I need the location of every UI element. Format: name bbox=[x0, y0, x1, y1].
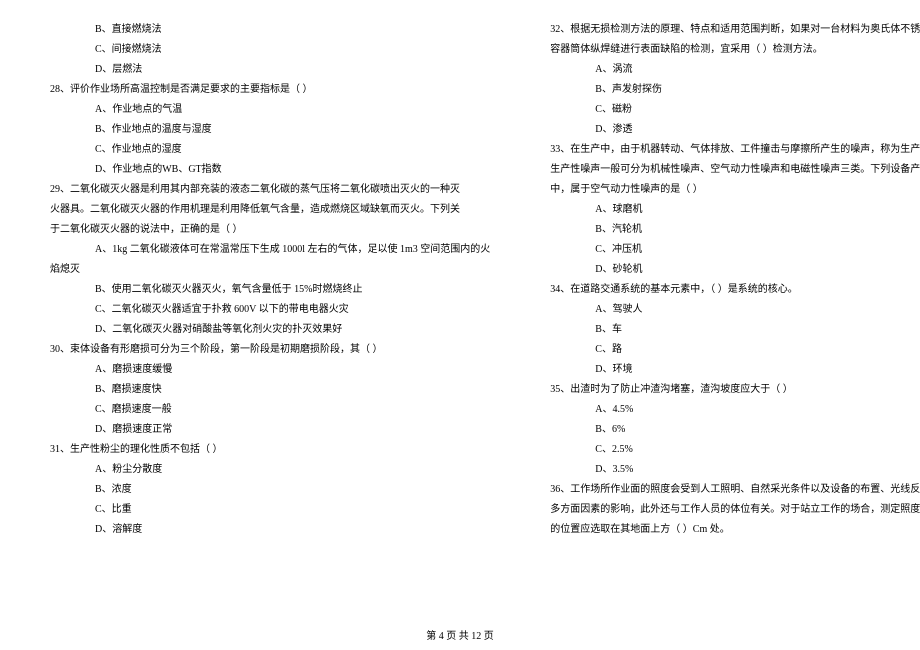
q32-text-2: 容器筒体纵焊缝进行表面缺陷的检测，宜采用（ ）检测方法。 bbox=[550, 40, 920, 60]
q30-option-b: B、磨损速度快 bbox=[50, 380, 490, 400]
q33-text-2: 生产性噪声一般可分为机械性噪声、空气动力性噪声和电磁性噪声三类。下列设备产生的噪… bbox=[550, 160, 920, 180]
q28-option-d: D、作业地点的WB、GT指数 bbox=[50, 160, 490, 180]
q27-option-b: B、直接燃烧法 bbox=[50, 20, 490, 40]
q29-text-2: 火器具。二氧化碳灭火器的作用机理是利用降低氧气含量，造成燃烧区域缺氧而灭火。下列… bbox=[50, 200, 490, 220]
page-content: B、直接燃烧法 C、间接燃烧法 D、层燃法 28、评价作业场所高温控制是否满足要… bbox=[50, 20, 870, 600]
q31-option-a: A、粉尘分散度 bbox=[50, 460, 490, 480]
q29-option-c: C、二氧化碳灭火器适宜于扑救 600V 以下的带电电器火灾 bbox=[50, 300, 490, 320]
q36-text-1: 36、工作场所作业面的照度会受到人工照明、自然采光条件以及设备的布置、光线反射条… bbox=[550, 480, 920, 500]
q30-text: 30、束体设备有形磨损可分为三个阶段，第一阶段是初期磨损阶段，其（ ） bbox=[50, 340, 490, 360]
q32-option-d: D、渗透 bbox=[550, 120, 920, 140]
q36-text-2: 多方面因素的影响，此外还与工作人员的体位有关。对于站立工作的场合，测定照度时，测… bbox=[550, 500, 920, 520]
q28-option-a: A、作业地点的气温 bbox=[50, 100, 490, 120]
q33-option-b: B、汽轮机 bbox=[550, 220, 920, 240]
q35-option-a: A、4.5% bbox=[550, 400, 920, 420]
q34-option-d: D、环境 bbox=[550, 360, 920, 380]
q33-text-1: 33、在生产中，由于机器转动、气体排放、工件撞击与摩擦所产生的噪声，称为生产性噪… bbox=[550, 140, 920, 160]
q34-option-c: C、路 bbox=[550, 340, 920, 360]
q31-option-c: C、比重 bbox=[50, 500, 490, 520]
q27-option-c: C、间接燃烧法 bbox=[50, 40, 490, 60]
q34-option-b: B、车 bbox=[550, 320, 920, 340]
q35-option-c: C、2.5% bbox=[550, 440, 920, 460]
left-column: B、直接燃烧法 C、间接燃烧法 D、层燃法 28、评价作业场所高温控制是否满足要… bbox=[50, 20, 490, 600]
q31-option-d: D、溶解度 bbox=[50, 520, 490, 540]
q27-option-d: D、层燃法 bbox=[50, 60, 490, 80]
q31-text: 31、生产性粉尘的理化性质不包括（ ） bbox=[50, 440, 490, 460]
q33-text-3: 中，属于空气动力性噪声的是（ ） bbox=[550, 180, 920, 200]
q29-option-d: D、二氧化碳灭火器对硝酸盐等氧化剂火灾的扑灭效果好 bbox=[50, 320, 490, 340]
page-footer: 第 4 页 共 12 页 bbox=[0, 627, 920, 642]
q33-option-c: C、冲压机 bbox=[550, 240, 920, 260]
q29-option-a-1: A、1kg 二氧化碳液体可在常温常压下生成 1000l 左右的气体，足以使 1m… bbox=[50, 240, 490, 260]
q29-option-b: B、使用二氧化碳灭火器灭火，氧气含量低于 15%时燃烧终止 bbox=[50, 280, 490, 300]
q28-option-b: B、作业地点的温度与湿度 bbox=[50, 120, 490, 140]
q31-option-b: B、浓度 bbox=[50, 480, 490, 500]
q32-option-b: B、声发射探伤 bbox=[550, 80, 920, 100]
q28-text: 28、评价作业场所高温控制是否满足要求的主要指标是（ ） bbox=[50, 80, 490, 100]
q33-option-d: D、砂轮机 bbox=[550, 260, 920, 280]
right-column: 32、根据无损检测方法的原理、特点和适用范围判断，如果对一台材料为奥氏体不锈钢的… bbox=[550, 20, 920, 600]
q28-option-c: C、作业地点的湿度 bbox=[50, 140, 490, 160]
q35-option-b: B、6% bbox=[550, 420, 920, 440]
q29-text-3: 于二氧化碳灭火器的说法中，正确的是（ ） bbox=[50, 220, 490, 240]
q29-text-1: 29、二氧化碳灭火器是利用其内部充装的液态二氧化碳的蒸气压将二氧化碳喷出灭火的一… bbox=[50, 180, 490, 200]
q34-text: 34、在道路交通系统的基本元素中，（ ）是系统的核心。 bbox=[550, 280, 920, 300]
q35-text: 35、出渣时为了防止冲渣沟堵塞，渣沟坡度应大于（ ） bbox=[550, 380, 920, 400]
q32-option-c: C、磁粉 bbox=[550, 100, 920, 120]
q30-option-c: C、磨损速度一般 bbox=[50, 400, 490, 420]
q34-option-a: A、驾驶人 bbox=[550, 300, 920, 320]
q33-option-a: A、球磨机 bbox=[550, 200, 920, 220]
q29-option-a-2: 焰熄灭 bbox=[50, 260, 490, 280]
q32-text-1: 32、根据无损检测方法的原理、特点和适用范围判断，如果对一台材料为奥氏体不锈钢的… bbox=[550, 20, 920, 40]
q32-option-a: A、涡流 bbox=[550, 60, 920, 80]
q30-option-d: D、磨损速度正常 bbox=[50, 420, 490, 440]
q30-option-a: A、磨损速度缓慢 bbox=[50, 360, 490, 380]
q35-option-d: D、3.5% bbox=[550, 460, 920, 480]
q36-text-3: 的位置应选取在其地面上方（ ）Cm 处。 bbox=[550, 520, 920, 540]
